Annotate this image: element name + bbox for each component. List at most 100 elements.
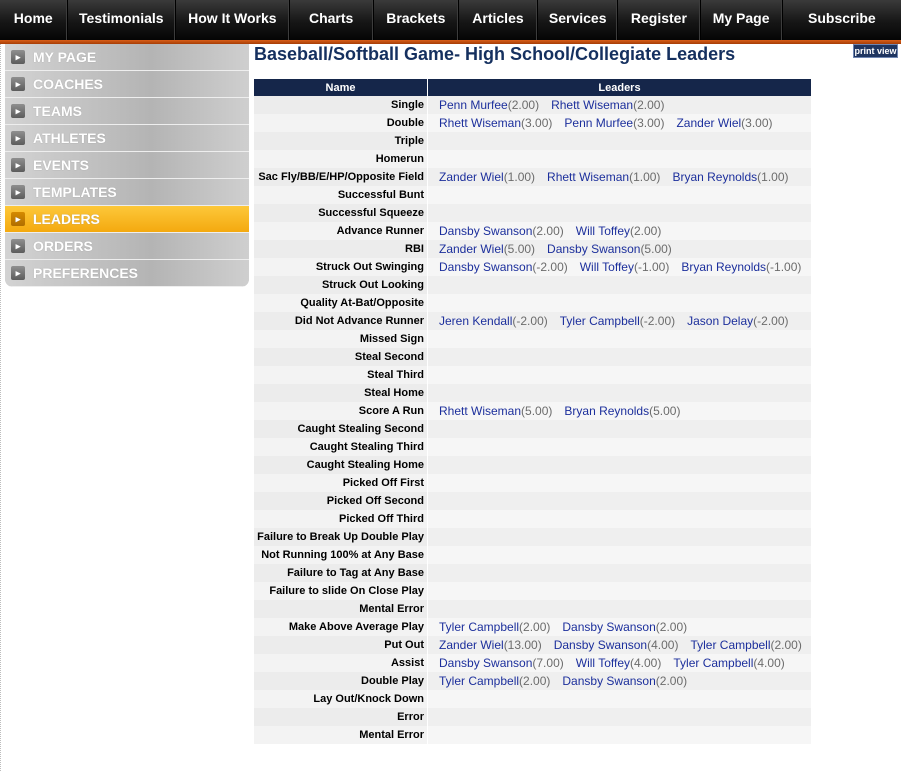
category-cell: Put Out xyxy=(254,636,428,654)
leader-score: (13.00) xyxy=(503,638,542,652)
table-row: Failure to Tag at Any Base xyxy=(254,564,811,582)
leaders-cell: Tyler Campbell(2.00) Dansby Swanson(2.00) xyxy=(428,672,811,690)
leader-score: (4.00) xyxy=(753,656,785,670)
leaders-cell: Rhett Wiseman(3.00) Penn Murfee(3.00) Zand… xyxy=(428,114,811,132)
sidebar-item-label: LEADERS xyxy=(33,211,100,227)
category-cell: Error xyxy=(254,708,428,726)
leaders-cell: Dansby Swanson(7.00) Will Toffey (4.00) Tyl… xyxy=(428,654,811,672)
athlete-link[interactable]: Rhett Wiseman xyxy=(439,116,521,130)
athlete-link[interactable]: Dansby Swanson xyxy=(562,620,655,634)
nav-item-my-page[interactable]: My Page xyxy=(701,0,783,40)
sidebar-item-teams[interactable]: ▸ TEAMS xyxy=(5,98,249,125)
athlete-link[interactable]: Bryan Reynolds xyxy=(672,170,757,184)
table-row: Picked Off First xyxy=(254,474,811,492)
athlete-link[interactable]: Dansby Swanson xyxy=(562,674,655,688)
leader-entry: Tyler Campbell(2.00) xyxy=(690,638,801,652)
sidebar-item-orders[interactable]: ▸ ORDERS xyxy=(5,233,249,260)
athlete-link[interactable]: Zander Wiel xyxy=(439,170,504,184)
table-row: Single Penn Murfee(2.00) Rhett Wiseman(2.0… xyxy=(254,96,811,114)
nav-item-articles[interactable]: Articles xyxy=(459,0,539,40)
athlete-link[interactable]: Rhett Wiseman xyxy=(551,98,633,112)
athlete-link[interactable]: Zander Wiel xyxy=(439,242,504,256)
leader-score: (2.00) xyxy=(507,98,540,112)
nav-item-subscribe[interactable]: Subscribe xyxy=(783,0,901,40)
sidebar-item-events[interactable]: ▸ EVENTS xyxy=(5,152,249,179)
print-view-button[interactable]: print view xyxy=(853,44,898,58)
nav-item-home[interactable]: Home xyxy=(0,0,68,40)
nav-item-register[interactable]: Register xyxy=(618,0,701,40)
leader-score: (5.00) xyxy=(649,404,681,418)
athlete-link[interactable]: Penn Murfee xyxy=(439,98,508,112)
leader-entry: Penn Murfee(3.00) xyxy=(564,116,664,130)
leader-entry: Rhett Wiseman(2.00) xyxy=(551,98,664,112)
sidebar-item-templates[interactable]: ▸ TEMPLATES xyxy=(5,179,249,206)
category-cell: Double xyxy=(254,114,428,132)
athlete-link[interactable]: Will Toffey xyxy=(576,224,630,238)
leader-score: (2.00) xyxy=(532,224,564,238)
sidebar-item-preferences[interactable]: ▸ PREFERENCES xyxy=(5,260,249,287)
table-row: Successful Squeeze xyxy=(254,204,811,222)
athlete-link[interactable]: Tyler Campbell xyxy=(560,314,640,328)
athlete-link[interactable]: Tyler Campbell xyxy=(690,638,770,652)
leaders-cell xyxy=(428,186,811,204)
table-row: Steal Third xyxy=(254,366,811,384)
category-cell: Lay Out/Knock Down xyxy=(254,690,428,708)
athlete-link[interactable]: Bryan Reynolds xyxy=(564,404,649,418)
leader-score: (3.00) xyxy=(521,116,553,130)
category-cell: Double Play xyxy=(254,672,428,690)
athlete-link[interactable]: Rhett Wiseman xyxy=(439,404,521,418)
leader-score: (1.00) xyxy=(757,170,789,184)
sidebar-item-athletes[interactable]: ▸ ATHLETES xyxy=(5,125,249,152)
nav-item-charts[interactable]: Charts xyxy=(290,0,374,40)
athlete-link[interactable]: Dansby Swanson xyxy=(439,224,532,238)
nav-item-brackets[interactable]: Brackets xyxy=(374,0,459,40)
table-row: Advance Runner Dansby Swanson(2.00) Will T… xyxy=(254,222,811,240)
athlete-link[interactable]: Will Toffey xyxy=(576,656,630,670)
athlete-link[interactable]: Tyler Campbell xyxy=(673,656,753,670)
leaders-cell: Tyler Campbell(2.00) Dansby Swanson(2.00) xyxy=(428,618,811,636)
leader-entry: Dansby Swanson(4.00) xyxy=(554,638,679,652)
athlete-link[interactable]: Dansby Swanson xyxy=(439,260,532,274)
leader-entry: Penn Murfee(2.00) xyxy=(439,98,539,112)
category-cell: Mental Error xyxy=(254,600,428,618)
leader-entry: Rhett Wiseman(1.00) xyxy=(547,170,660,184)
table-row: Mental Error xyxy=(254,726,811,744)
athlete-link[interactable]: Dansby Swanson xyxy=(554,638,647,652)
leader-entry: Tyler Campbell(-2.00) xyxy=(560,314,675,328)
leader-entry: Rhett Wiseman(3.00) xyxy=(439,116,552,130)
leader-entry: Bryan Reynolds(1.00) xyxy=(672,170,788,184)
nav-item-how-it-works[interactable]: How It Works xyxy=(176,0,290,40)
leader-score: (2.00) xyxy=(655,620,688,634)
athlete-link[interactable]: Bryan Reynolds xyxy=(681,260,766,274)
leaders-cell xyxy=(428,528,811,546)
table-row: Put Out Zander Wiel(13.00) Dansby Swanson(… xyxy=(254,636,811,654)
athlete-link[interactable]: Zander Wiel xyxy=(676,116,741,130)
sidebar-item-leaders[interactable]: ▸ LEADERS xyxy=(5,206,249,233)
athlete-link[interactable]: Zander Wiel xyxy=(439,638,504,652)
athlete-link[interactable]: Jeren Kendall xyxy=(439,314,512,328)
nav-item-testimonials[interactable]: Testimonials xyxy=(68,0,177,40)
athlete-link[interactable]: Will Toffey xyxy=(580,260,634,274)
athlete-link[interactable]: Rhett Wiseman xyxy=(547,170,629,184)
table-row: Steal Second xyxy=(254,348,811,366)
table-row: Not Running 100% at Any Base xyxy=(254,546,811,564)
table-row: Caught Stealing Second xyxy=(254,420,811,438)
table-row: Failure to slide On Close Play xyxy=(254,582,811,600)
athlete-link[interactable]: Dansby Swanson xyxy=(439,656,532,670)
leader-score: (7.00) xyxy=(532,656,564,670)
leader-score: (5.00) xyxy=(521,404,553,418)
athlete-link[interactable]: Tyler Campbell xyxy=(439,674,519,688)
athlete-link[interactable]: Penn Murfee xyxy=(564,116,633,130)
arrow-bullet-icon: ▸ xyxy=(11,104,25,118)
sidebar-item-my-page[interactable]: ▸ MY PAGE xyxy=(5,44,249,71)
leader-score: (2.00) xyxy=(519,620,551,634)
athlete-link[interactable]: Dansby Swanson xyxy=(547,242,640,256)
sidebar-menu: ▸ MY PAGE ▸ COACHES ▸ TEAMS ▸ ATHLETES ▸ EVENTS ▸ T… xyxy=(5,44,249,287)
leaders-cell xyxy=(428,276,811,294)
category-cell: Struck Out Looking xyxy=(254,276,428,294)
athlete-link[interactable]: Tyler Campbell xyxy=(439,620,519,634)
sidebar-item-coaches[interactable]: ▸ COACHES xyxy=(5,71,249,98)
leaders-cell xyxy=(428,726,811,744)
athlete-link[interactable]: Jason Delay xyxy=(687,314,753,328)
nav-item-services[interactable]: Services xyxy=(538,0,619,40)
